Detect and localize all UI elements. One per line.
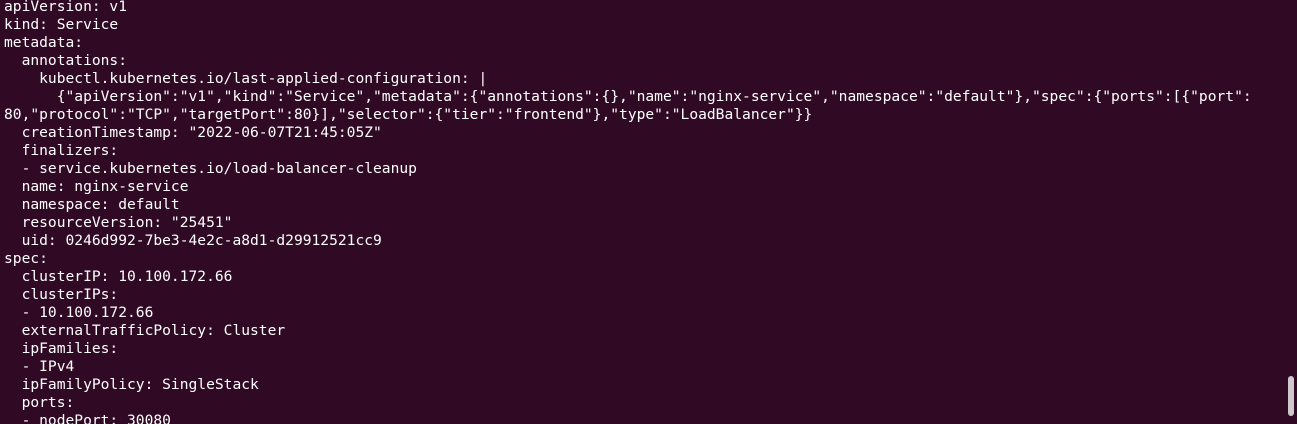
terminal-line: clusterIP: 10.100.172.66 [4,268,233,285]
terminal-line: ports: [4,394,75,411]
scrollbar-thumb[interactable] [1288,376,1294,416]
terminal-line: kubectl.kubernetes.io/last-applied-confi… [4,70,488,87]
terminal-line: uid: 0246d992-7be3-4e2c-a8d1-d29912521cc… [4,232,382,249]
terminal-line: finalizers: [4,142,119,159]
terminal-line: externalTrafficPolicy: Cluster [4,322,286,339]
terminal-line: namespace: default [4,196,180,213]
terminal-line: 80,"protocol":"TCP","targetPort":80}],"s… [4,106,813,123]
terminal-line: {"apiVersion":"v1","kind":"Service","met… [4,88,1252,105]
terminal-line: - IPv4 [4,358,75,375]
terminal-output[interactable]: apiVersion: v1 kind: Service metadata: ann… [4,0,1284,424]
terminal-line: - nodePort: 30080 [4,412,171,424]
terminal-line: name: nginx-service [4,178,189,195]
terminal-line: resourceVersion: "25451" [4,214,233,231]
terminal-line: spec: [4,250,48,267]
terminal-line: kind: Service [4,16,119,33]
terminal-line: creationTimestamp: "2022-06-07T21:45:05Z… [4,124,382,141]
scrollbar[interactable] [1285,0,1297,424]
terminal-line: - 10.100.172.66 [4,304,154,321]
terminal-line: - service.kubernetes.io/load-balancer-cl… [4,160,417,177]
terminal-window[interactable]: apiVersion: v1 kind: Service metadata: ann… [0,0,1297,424]
terminal-line: ipFamilyPolicy: SingleStack [4,376,259,393]
terminal-line: annotations: [4,52,128,69]
terminal-line: ipFamilies: [4,340,119,357]
terminal-line: metadata: [4,34,84,51]
terminal-line: clusterIPs: [4,286,119,303]
terminal-line: apiVersion: v1 [4,0,128,15]
